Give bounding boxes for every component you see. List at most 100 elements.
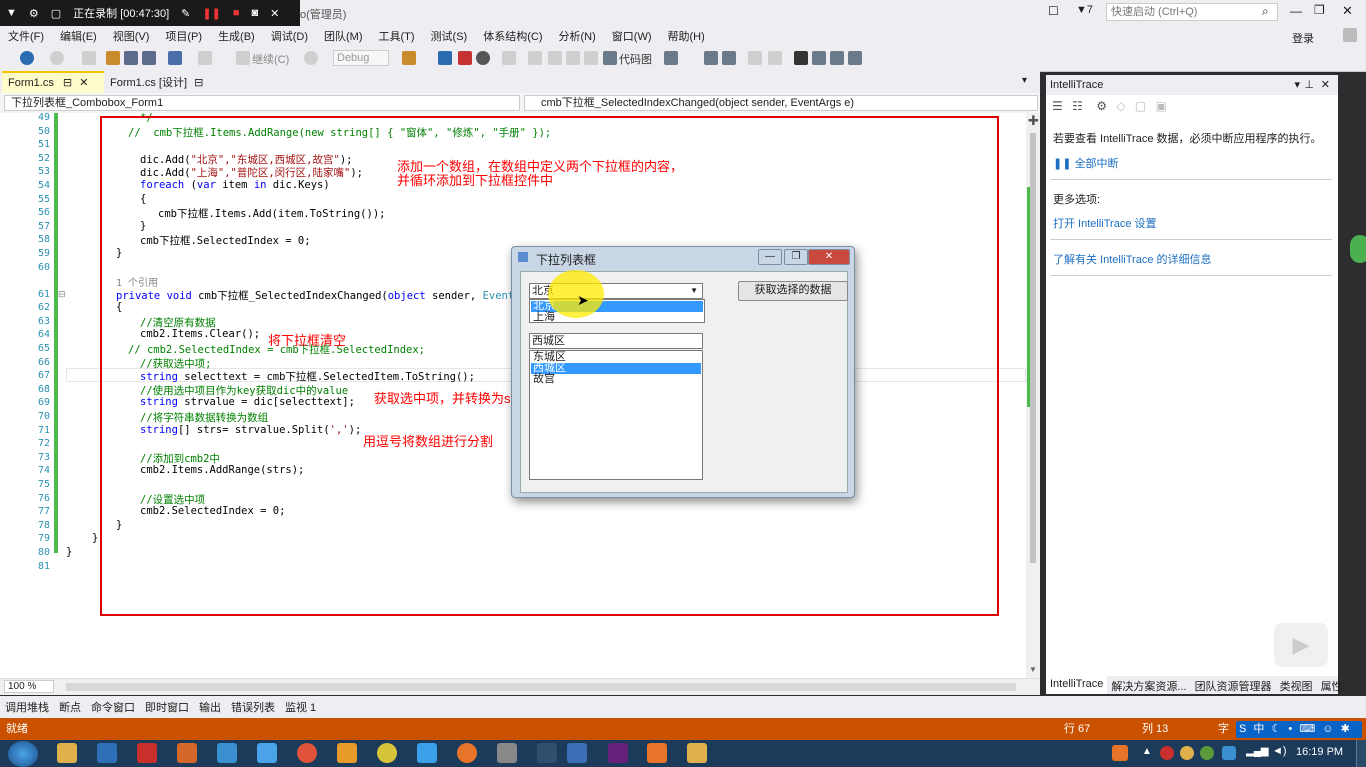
code-map-icon[interactable] bbox=[603, 51, 617, 65]
comment-icon[interactable] bbox=[748, 51, 762, 65]
district-item-selected[interactable]: 西城区 bbox=[531, 363, 701, 374]
chrome-icon[interactable] bbox=[297, 743, 317, 763]
taskbar-app-icon[interactable] bbox=[687, 743, 707, 763]
break-all-icon[interactable] bbox=[438, 51, 452, 65]
menu-team[interactable]: 团队(M) bbox=[316, 28, 371, 44]
stop-icon[interactable]: ■ bbox=[233, 7, 240, 19]
district-item[interactable]: 故宫 bbox=[531, 374, 555, 385]
ime-language[interactable]: 中 bbox=[1253, 723, 1264, 735]
tab-intellitrace[interactable]: IntelliTrace bbox=[1046, 676, 1108, 694]
taskbar-app-icon[interactable] bbox=[97, 743, 117, 763]
tab-dropdown-icon[interactable]: ▾ bbox=[1022, 75, 1027, 86]
next-bookmark-icon[interactable] bbox=[830, 51, 844, 65]
horizontal-scroll-thumb[interactable] bbox=[66, 683, 1016, 691]
panel-close-icon[interactable]: ✕ bbox=[1321, 75, 1330, 95]
taskbar-app-icon[interactable] bbox=[137, 743, 157, 763]
taskbar-app-icon[interactable] bbox=[217, 743, 237, 763]
tray-app-icon[interactable] bbox=[1180, 746, 1194, 760]
camera-icon[interactable]: ◙ bbox=[251, 7, 258, 19]
stop-debugging-icon[interactable] bbox=[458, 51, 472, 65]
editor-horizontal-scrollbar[interactable]: 100 % bbox=[0, 678, 1040, 695]
panel-pin-icon[interactable]: ⊥ bbox=[1304, 75, 1314, 95]
recorder-window-icon[interactable]: ▢ bbox=[51, 7, 61, 20]
type-dropdown[interactable]: 下拉列表框_Combobox_Form1 bbox=[4, 95, 520, 111]
pause-icon[interactable]: ❚❚ bbox=[202, 7, 220, 20]
hot-reload-icon[interactable] bbox=[402, 51, 416, 65]
refresh-tb-icon[interactable] bbox=[584, 51, 598, 65]
ime-keyboard-icon[interactable]: ⌨ bbox=[1299, 723, 1315, 735]
tab-error-list[interactable]: 错误列表 bbox=[226, 699, 280, 715]
volume-icon[interactable]: ◄) bbox=[1272, 745, 1287, 757]
district-list[interactable]: 东城区 西城区 故宫 bbox=[529, 350, 703, 480]
clock[interactable]: 16:19 PM bbox=[1296, 746, 1343, 758]
tab-breakpoints[interactable]: 断点 bbox=[54, 699, 86, 715]
forward-icon[interactable] bbox=[50, 51, 64, 65]
menu-debug[interactable]: 调试(D) bbox=[263, 28, 316, 44]
menu-analyze[interactable]: 分析(N) bbox=[551, 28, 604, 44]
feedback-icon[interactable]: ☐ bbox=[1048, 4, 1059, 18]
settings-icon[interactable]: ⚙ bbox=[1096, 99, 1107, 113]
list-view-icon[interactable]: ☰ bbox=[1052, 99, 1063, 113]
firefox-icon[interactable] bbox=[457, 743, 477, 763]
pin-icon[interactable]: ⊟ bbox=[63, 77, 72, 89]
tab-class-view[interactable]: 类视图 bbox=[1276, 676, 1317, 694]
uncomment-icon[interactable] bbox=[768, 51, 782, 65]
menu-help[interactable]: 帮助(H) bbox=[660, 28, 713, 44]
menu-view[interactable]: 视图(V) bbox=[105, 28, 158, 44]
scroll-down-icon[interactable]: ▼ bbox=[1029, 665, 1037, 674]
split-icon[interactable]: ✚ bbox=[1028, 113, 1039, 129]
tray-app-icon[interactable] bbox=[1200, 746, 1214, 760]
refresh-icon[interactable] bbox=[304, 51, 318, 65]
scrollbar-thumb[interactable] bbox=[1030, 133, 1036, 563]
dialog-close-button[interactable]: ✕ bbox=[808, 249, 850, 265]
zoom-select[interactable]: 100 % bbox=[4, 680, 54, 693]
continue-button[interactable]: 继续(C) bbox=[252, 51, 289, 67]
open-file-icon[interactable] bbox=[106, 51, 120, 65]
tab-properties[interactable]: 属性 bbox=[1317, 676, 1347, 694]
menu-build[interactable]: 生成(B) bbox=[210, 28, 263, 44]
config-select[interactable]: Debug bbox=[333, 50, 389, 66]
ime-punct-icon[interactable]: • bbox=[1288, 723, 1292, 735]
tab-form1-cs[interactable]: Form1.cs ⊟ ✕ bbox=[2, 71, 104, 93]
quick-launch-input[interactable]: 快速启动 (Ctrl+Q) bbox=[1106, 3, 1278, 21]
menu-tools[interactable]: 工具(T) bbox=[371, 28, 423, 44]
break-all-link[interactable]: ❚❚ 全部中断 bbox=[1053, 155, 1119, 171]
show-desktop-button[interactable] bbox=[1356, 740, 1366, 767]
show-next-statement-icon[interactable] bbox=[502, 51, 516, 65]
back-icon[interactable] bbox=[20, 51, 34, 65]
step-over-icon[interactable] bbox=[548, 51, 562, 65]
open-log-icon[interactable]: ▢ bbox=[1135, 99, 1146, 113]
tab-command-window[interactable]: 命令窗口 bbox=[86, 699, 140, 715]
play-overlay-icon[interactable]: ▶ bbox=[1274, 623, 1328, 667]
filter-icon[interactable] bbox=[664, 51, 678, 65]
recorder-menu-icon[interactable]: ▼ bbox=[6, 7, 17, 19]
tab-solution-explorer[interactable]: 解决方案资源... bbox=[1107, 676, 1190, 694]
step-out-icon[interactable] bbox=[566, 51, 580, 65]
taskbar-app-icon[interactable] bbox=[377, 743, 397, 763]
save-all-icon[interactable] bbox=[142, 51, 156, 65]
member-dropdown[interactable]: cmb下拉框_SelectedIndexChanged(object sende… bbox=[524, 95, 1038, 111]
login-link[interactable]: 登录 bbox=[1292, 30, 1314, 46]
undo-icon[interactable] bbox=[168, 51, 182, 65]
code-map-button[interactable]: 代码图 bbox=[619, 51, 652, 67]
collapse-icon[interactable]: ⊟ bbox=[58, 289, 66, 300]
taskbar-app-icon[interactable] bbox=[497, 743, 517, 763]
side-badge-icon[interactable] bbox=[1350, 235, 1366, 263]
menu-file[interactable]: 文件(F) bbox=[0, 28, 52, 44]
editor-vertical-scrollbar[interactable]: ✚ ▼ bbox=[1026, 113, 1040, 678]
taskbar-app-icon[interactable] bbox=[177, 743, 197, 763]
tree-view-icon[interactable]: ☷ bbox=[1072, 99, 1083, 113]
record-icon[interactable]: ◇ bbox=[1116, 99, 1125, 113]
ime-moon-icon[interactable]: ☾ bbox=[1271, 723, 1281, 735]
save-log-icon[interactable]: ▣ bbox=[1156, 99, 1167, 113]
ime-user-icon[interactable]: ☺ bbox=[1322, 723, 1333, 735]
recorder-settings-icon[interactable]: ⚙ bbox=[29, 7, 39, 20]
ime-tools-icon[interactable]: ✱ bbox=[1341, 723, 1350, 735]
tab-close-icon[interactable]: ✕ bbox=[79, 77, 88, 89]
close-icon[interactable]: ✕ bbox=[1342, 3, 1353, 19]
tray-app-icon[interactable] bbox=[1222, 746, 1236, 760]
menu-edit[interactable]: 编辑(E) bbox=[52, 28, 105, 44]
chevron-down-icon[interactable]: ▼ bbox=[690, 284, 698, 298]
tab-immediate-window[interactable]: 即时窗口 bbox=[140, 699, 194, 715]
tab-call-stack[interactable]: 调用堆栈 bbox=[0, 699, 54, 715]
